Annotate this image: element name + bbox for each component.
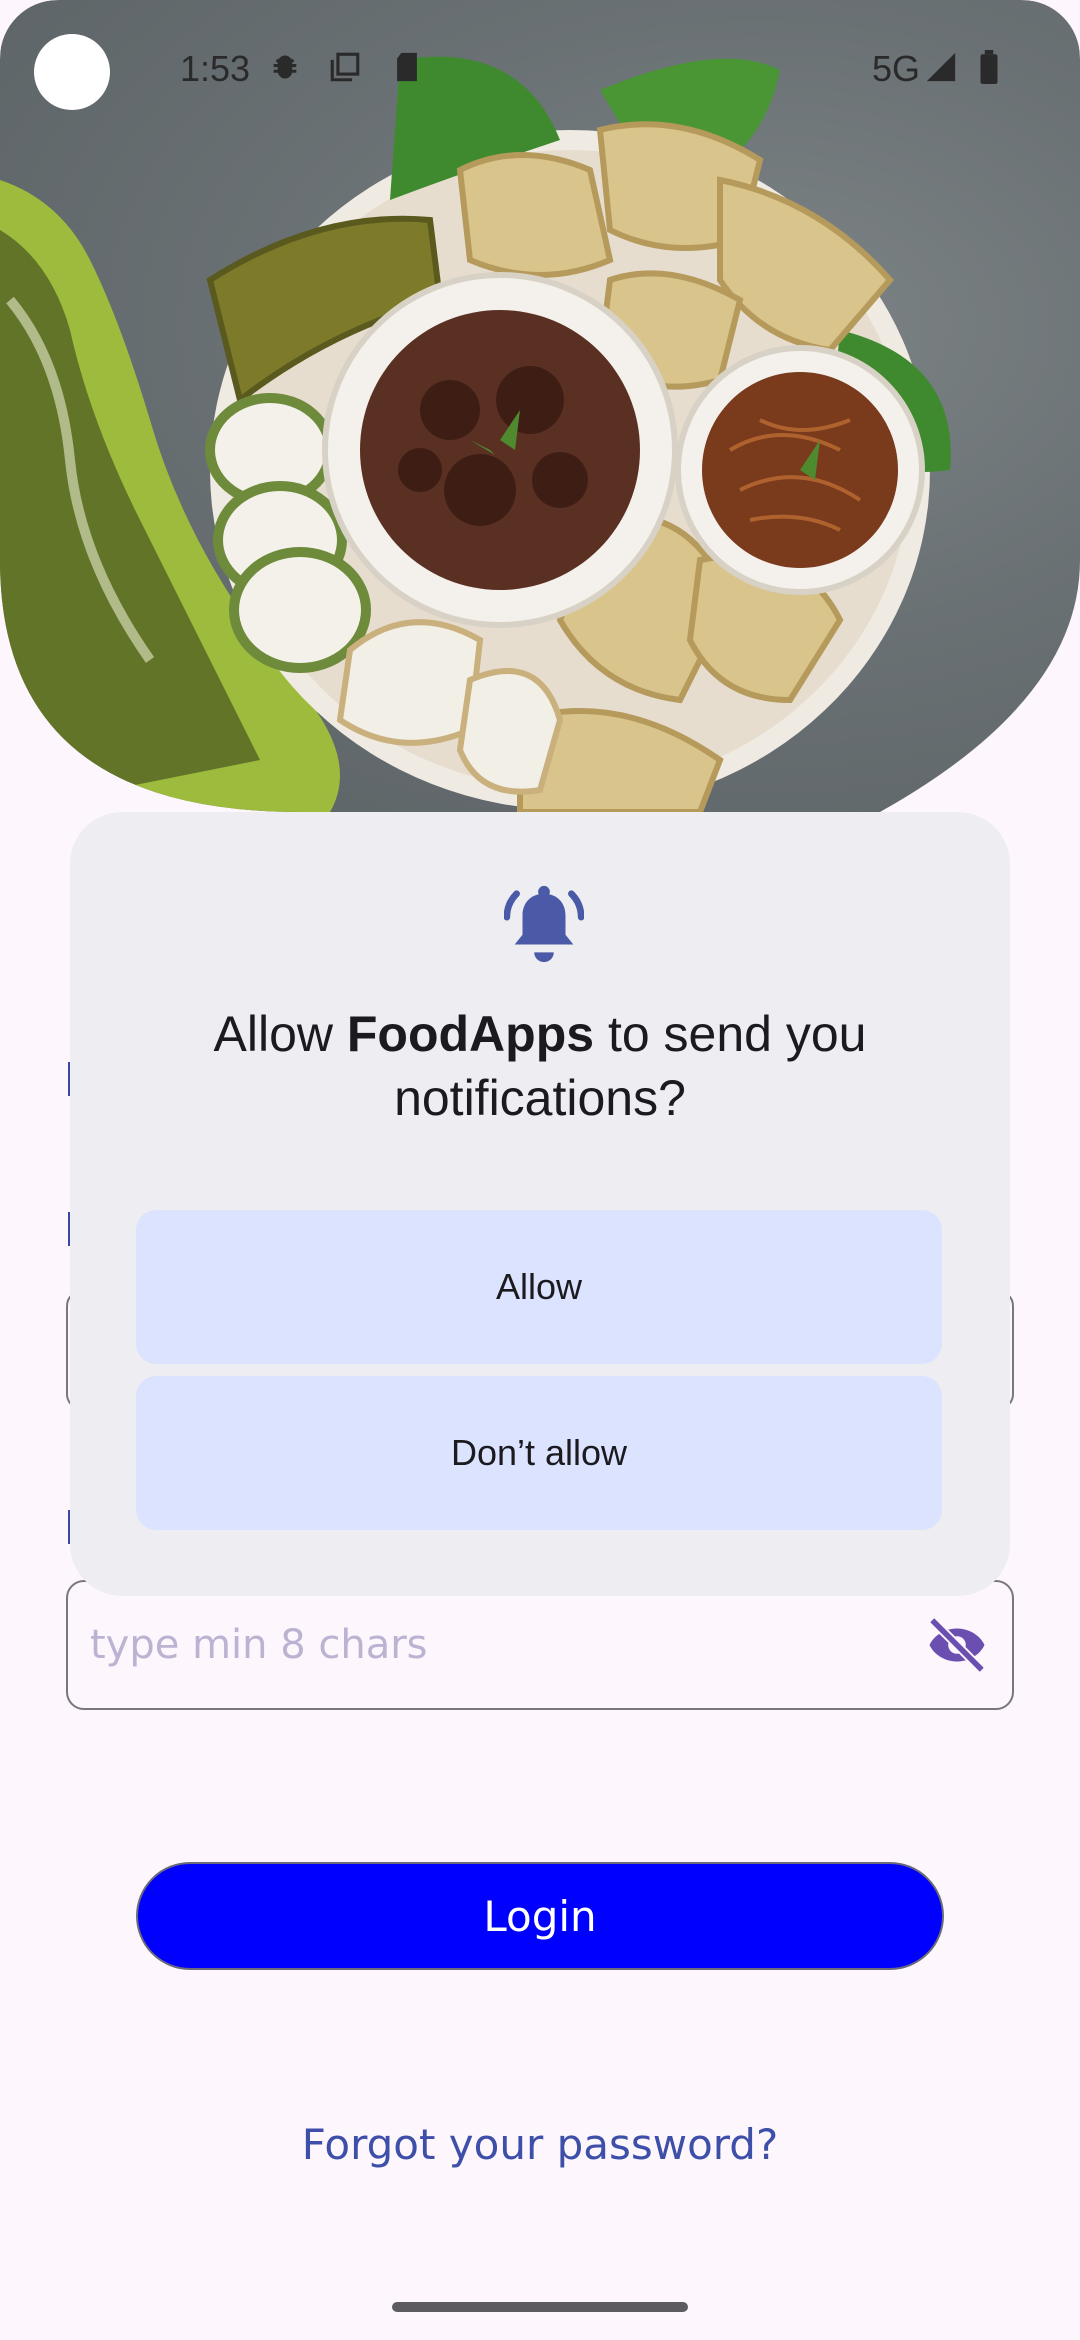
network-type: 5G <box>871 48 920 89</box>
notification-permission-dialog: Allow FoodApps to send you notifications… <box>70 812 1010 1596</box>
battery-icon <box>980 50 998 84</box>
bug-icon <box>273 55 297 79</box>
status-time: 1:53 <box>180 48 251 89</box>
password-input[interactable] <box>90 1622 924 1668</box>
eye-off-icon[interactable] <box>924 1612 990 1678</box>
password-field[interactable] <box>66 1580 1014 1710</box>
dialog-app-name: FoodApps <box>346 1006 595 1062</box>
dont-allow-button[interactable]: Don’t allow <box>136 1376 942 1530</box>
sd-card-icon <box>397 52 417 82</box>
bell-icon <box>504 885 584 963</box>
allow-button[interactable]: Allow <box>136 1210 942 1364</box>
status-bar: 1:53 5G <box>0 0 1080 140</box>
login-button[interactable]: Login <box>136 1862 944 1970</box>
dialog-title: Allow FoodApps to send you notifications… <box>110 1002 970 1130</box>
dialog-title-prefix: Allow <box>213 1006 347 1062</box>
signal-icon <box>926 52 956 82</box>
forgot-password-link[interactable]: Forgot your password? <box>0 2120 1080 2169</box>
copy-icon <box>330 52 360 82</box>
gesture-home-bar[interactable] <box>392 2302 688 2312</box>
camera-cutout-icon <box>34 34 110 110</box>
